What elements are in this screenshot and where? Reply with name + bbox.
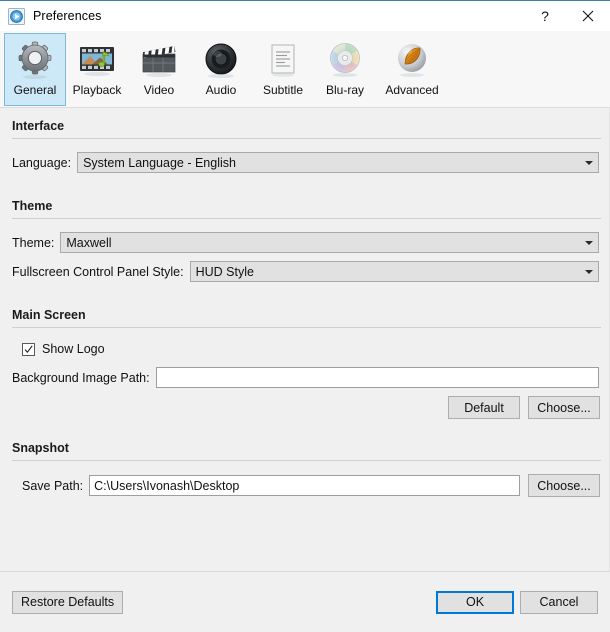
fullscreen-style-value: HUD Style	[195, 264, 254, 279]
filmstrip-music-icon	[75, 39, 119, 81]
section-main-screen-rule	[12, 327, 601, 328]
show-logo-label: Show Logo	[42, 342, 105, 356]
fullscreen-style-label: Fullscreen Control Panel Style:	[12, 264, 184, 279]
fullscreen-style-select[interactable]: HUD Style	[189, 261, 599, 282]
language-select[interactable]: System Language - English	[77, 152, 599, 173]
tab-audio[interactable]: Audio	[190, 33, 252, 106]
main-screen-buttons-row: Default Choose...	[0, 396, 609, 419]
tab-advanced[interactable]: Advanced	[376, 33, 448, 106]
tab-video[interactable]: Video	[128, 33, 190, 106]
background-image-path-row: Background Image Path:	[0, 367, 609, 388]
title-bar: Preferences ?	[0, 0, 610, 31]
tab-general-label: General	[13, 83, 57, 97]
section-main-screen-title: Main Screen	[12, 308, 86, 322]
dialog-footer: Restore Defaults OK Cancel	[0, 571, 610, 632]
section-interface: Interface Language: System Language - En…	[0, 119, 609, 173]
tab-bluray[interactable]: Blu-ray	[314, 33, 376, 106]
show-logo-row[interactable]: Show Logo	[0, 342, 609, 356]
category-toolbar: General Playback Video Audio Subtitle Bl…	[0, 31, 610, 108]
chevron-down-icon	[579, 153, 598, 172]
leaf-sphere-icon	[390, 39, 434, 81]
section-interface-rule	[12, 138, 601, 139]
window-title: Preferences	[33, 9, 102, 23]
preferences-window: Preferences ? General Playback Video Aud…	[0, 0, 610, 632]
tab-subtitle-label: Subtitle	[262, 83, 304, 97]
restore-defaults-button[interactable]: Restore Defaults	[12, 590, 124, 614]
tab-subtitle[interactable]: Subtitle	[252, 33, 314, 106]
document-lines-icon	[261, 39, 305, 81]
section-theme-title: Theme	[12, 199, 53, 213]
close-button[interactable]	[565, 1, 610, 32]
save-path-label: Save Path:	[22, 478, 84, 493]
section-snapshot: Snapshot Save Path: C:\Users\Ivonash\Des…	[0, 441, 609, 497]
tab-audio-label: Audio	[205, 83, 237, 97]
theme-label: Theme:	[12, 235, 55, 250]
theme-select[interactable]: Maxwell	[60, 232, 599, 253]
save-path-value: C:\Users\Ivonash\Desktop	[94, 478, 240, 493]
theme-value: Maxwell	[66, 235, 112, 250]
section-theme: Theme Theme: Maxwell Fullscreen Control …	[0, 199, 609, 282]
close-icon	[582, 10, 594, 22]
fullscreen-style-row: Fullscreen Control Panel Style: HUD Styl…	[0, 261, 609, 282]
chevron-down-icon	[579, 262, 598, 281]
window-controls: ?	[525, 1, 610, 32]
ok-button[interactable]: OK	[436, 590, 514, 614]
help-button[interactable]: ?	[525, 1, 565, 32]
chevron-down-icon	[579, 233, 598, 252]
tab-playback-label: Playback	[72, 83, 122, 97]
section-interface-title: Interface	[12, 119, 65, 133]
save-path-row: Save Path: C:\Users\Ivonash\Desktop Choo…	[0, 474, 609, 497]
tab-bluray-label: Blu-ray	[325, 83, 364, 97]
section-snapshot-title: Snapshot	[12, 441, 69, 455]
section-main-screen: Main Screen Show Logo Background Image P…	[0, 308, 609, 419]
background-choose-button[interactable]: Choose...	[528, 396, 600, 419]
tab-playback[interactable]: Playback	[66, 33, 128, 106]
settings-content: Interface Language: System Language - En…	[0, 108, 610, 571]
section-snapshot-rule	[12, 460, 601, 461]
media-player-icon	[8, 7, 25, 25]
speaker-icon	[199, 39, 243, 81]
tab-advanced-label: Advanced	[385, 83, 439, 97]
background-default-button[interactable]: Default	[448, 396, 520, 419]
cancel-button[interactable]: Cancel	[520, 590, 598, 614]
clapperboard-icon	[137, 39, 181, 81]
section-theme-rule	[12, 218, 601, 219]
language-row: Language: System Language - English	[0, 152, 609, 173]
background-image-path-label: Background Image Path:	[12, 370, 150, 385]
gear-icon	[13, 39, 57, 81]
disc-icon	[323, 39, 367, 81]
snapshot-choose-button[interactable]: Choose...	[528, 474, 600, 497]
save-path-input[interactable]: C:\Users\Ivonash\Desktop	[89, 475, 520, 496]
language-label: Language:	[12, 155, 72, 170]
title-bar-left: Preferences	[0, 7, 102, 25]
background-image-path-input[interactable]	[155, 367, 599, 388]
language-value: System Language - English	[83, 155, 236, 170]
tab-video-label: Video	[143, 83, 175, 97]
tab-general[interactable]: General	[4, 33, 66, 106]
show-logo-checkbox[interactable]	[22, 342, 35, 356]
theme-row: Theme: Maxwell	[0, 232, 609, 253]
